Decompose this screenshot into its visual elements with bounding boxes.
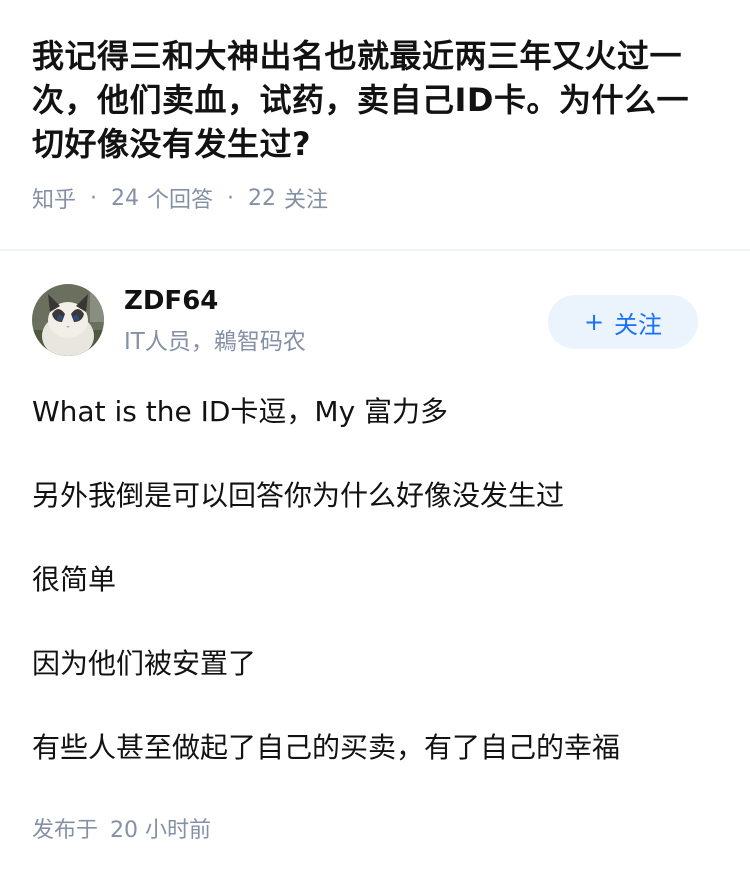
published-time: 20 小时前 <box>110 818 212 843</box>
answer-paragraph: What is the ID卡逗，My 富力多 <box>32 395 449 428</box>
answer-card: ZDF64 IT人员，鵜智码农 + 关注 What is the ID卡逗，My… <box>0 251 750 844</box>
author-bio: IT人员，鵜智码农 <box>124 329 306 355</box>
answer-paragraph: 因为他们被安置了 <box>32 647 257 680</box>
followers-count: 22 <box>248 185 277 211</box>
followers-label[interactable]: 关注 <box>284 182 328 214</box>
cat-avatar-icon <box>32 284 104 356</box>
answer-content: What is the ID卡逗，My 富力多 另外我倒是可以回答你为什么好像没… <box>32 392 718 768</box>
plus-icon: + <box>583 308 605 336</box>
meta-separator: · <box>227 185 235 211</box>
source-label[interactable]: 知乎 <box>32 182 76 214</box>
question-meta: 知乎 · 24 个回答 · 22 关注 <box>32 182 718 214</box>
answers-count: 24 <box>111 185 140 211</box>
published-label: 发布于 <box>32 818 99 843</box>
question-title[interactable]: 我记得三和大神出名也就最近两三年又火过一次，他们卖血，试药，卖自己ID卡。为什么… <box>32 34 718 166</box>
author-avatar[interactable] <box>32 284 104 356</box>
answer-paragraph: 很简单 <box>32 563 117 596</box>
question-header: 我记得三和大神出名也就最近两三年又火过一次，他们卖血，试药，卖自己ID卡。为什么… <box>0 0 750 251</box>
meta-separator: · <box>90 185 98 211</box>
follow-button-label: 关注 <box>614 310 663 339</box>
answers-label[interactable]: 个回答 <box>147 182 213 214</box>
answer-paragraph: 有些人甚至做起了自己的买卖，有了自己的幸福 <box>32 731 621 764</box>
author-row: ZDF64 IT人员，鵜智码农 + 关注 <box>32 281 718 361</box>
publish-info: 发布于 20 小时前 <box>32 812 718 844</box>
author-name[interactable]: ZDF64 <box>124 283 306 319</box>
answer-paragraph: 另外我倒是可以回答你为什么好像没发生过 <box>32 479 565 512</box>
author-info: ZDF64 IT人员，鵜智码农 <box>124 283 306 359</box>
follow-button[interactable]: + 关注 <box>548 295 698 349</box>
